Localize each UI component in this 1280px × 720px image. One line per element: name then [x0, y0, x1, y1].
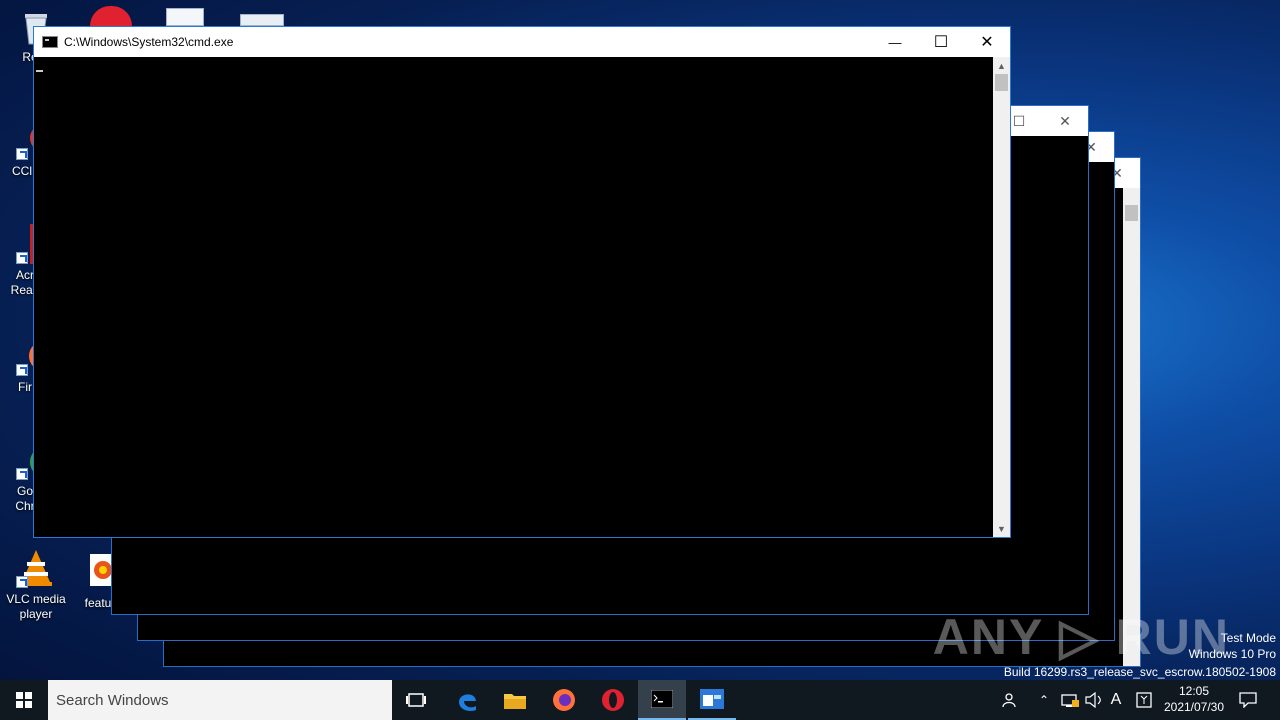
- clock-time: 12:05: [1178, 684, 1210, 698]
- folder-icon: [504, 694, 526, 709]
- taskbar: Search Windows ⌃ A 12:05 2021/07/30: [0, 680, 1280, 720]
- shortcut-arrow-icon: [16, 468, 28, 480]
- windows-edition-line: Windows 10 Pro: [1188, 647, 1276, 661]
- window-desktop-icon[interactable]: [240, 14, 284, 26]
- volume-icon[interactable]: [1082, 680, 1106, 720]
- vlc-cone-icon: [16, 548, 56, 588]
- file-explorer-taskbar-button[interactable]: [491, 680, 539, 720]
- scroll-down-arrow-icon[interactable]: ▼: [993, 520, 1010, 537]
- start-button[interactable]: [0, 680, 48, 720]
- search-box[interactable]: Search Windows: [48, 680, 392, 720]
- cmd-icon: [651, 690, 673, 708]
- task-view-icon: [406, 693, 426, 707]
- cmd-titlebar[interactable]: C:\Windows\System32\cmd.exe — ☐ ✕: [34, 27, 1010, 57]
- close-button[interactable]: ✕: [1042, 106, 1088, 136]
- anyrun-watermark: ANY ▷ RUN: [932, 609, 1230, 665]
- scroll-up-arrow-icon[interactable]: ▲: [993, 57, 1010, 74]
- notification-icon: [1239, 692, 1257, 708]
- desktop-icon-vlc[interactable]: VLC media player: [0, 548, 72, 622]
- scrollbar-thumb[interactable]: [1125, 205, 1138, 221]
- text-cursor: [36, 70, 43, 72]
- show-hidden-icons-chevron-icon[interactable]: ⌃: [1034, 680, 1054, 720]
- action-center-button[interactable]: [1232, 680, 1264, 720]
- input-method-indicator[interactable]: A: [1106, 680, 1126, 720]
- shortcut-arrow-icon: [16, 364, 28, 376]
- network-icon[interactable]: [1058, 680, 1082, 720]
- cmd-app-icon[interactable]: [42, 36, 58, 48]
- cmd-taskbar-button[interactable]: [638, 680, 686, 720]
- task-view-button[interactable]: [392, 680, 440, 720]
- scrollbar-thumb[interactable]: [995, 74, 1008, 91]
- close-button[interactable]: ✕: [964, 27, 1010, 57]
- app-taskbar-button[interactable]: [688, 680, 736, 720]
- security-notification-icon[interactable]: [1132, 680, 1156, 720]
- desktop-icon-label: VLC media player: [6, 592, 66, 621]
- shortcut-arrow-icon: [16, 148, 28, 160]
- edge-icon: [459, 694, 476, 711]
- window-title: C:\Windows\System32\cmd.exe: [64, 35, 234, 49]
- taskbar-clock[interactable]: 12:05 2021/07/30: [1158, 683, 1230, 715]
- search-placeholder: Search Windows: [56, 691, 169, 709]
- opera-taskbar-button[interactable]: [589, 680, 637, 720]
- firefox-taskbar-button[interactable]: [540, 680, 588, 720]
- clock-date: 2021/07/30: [1163, 700, 1225, 714]
- vertical-scrollbar[interactable]: [1123, 188, 1140, 666]
- shortcut-arrow-icon: [16, 252, 28, 264]
- shortcut-arrow-icon: [16, 576, 28, 588]
- maximize-button[interactable]: ☐: [918, 27, 964, 57]
- vertical-scrollbar[interactable]: ▲ ▼: [993, 57, 1010, 537]
- opera-desktop-icon[interactable]: [90, 6, 132, 26]
- opera-icon: [602, 689, 624, 711]
- build-info-line: Build 16299.rs3_release_svc_escrow.18050…: [1003, 665, 1276, 679]
- app-window-icon: [700, 689, 724, 709]
- firefox-icon: [553, 689, 575, 711]
- test-mode-line: Test Mode: [1220, 631, 1276, 645]
- cmd-window[interactable]: C:\Windows\System32\cmd.exe — ☐ ✕ ▲ ▼: [33, 26, 1011, 538]
- people-icon[interactable]: [996, 680, 1024, 720]
- document-desktop-icon[interactable]: [166, 8, 204, 26]
- minimize-button[interactable]: —: [872, 27, 918, 57]
- edge-taskbar-button[interactable]: [443, 680, 491, 720]
- console-area[interactable]: [34, 57, 993, 537]
- windows-logo-icon: [16, 692, 32, 708]
